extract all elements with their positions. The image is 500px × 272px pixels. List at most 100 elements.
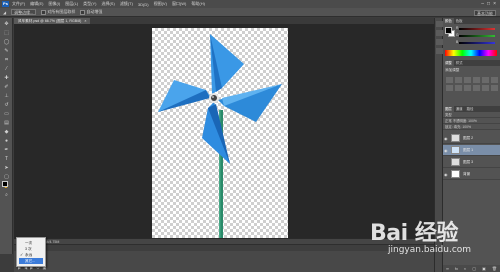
auto-enhance-option[interactable]: 自动增强 xyxy=(80,9,102,15)
refine-edge-button[interactable]: 调整边缘... xyxy=(11,9,37,15)
menu-window[interactable]: 窗口(W) xyxy=(172,1,186,7)
color-panel: 颜色 色板 R G B xyxy=(443,18,500,58)
eyedropper-tool-icon[interactable]: ⁄ xyxy=(2,65,11,72)
green-slider[interactable] xyxy=(459,35,495,37)
layer-row-selected[interactable]: ◉ 图层 1 xyxy=(443,145,500,156)
blur-tool-icon[interactable]: ◆ xyxy=(2,128,11,135)
new-layer-icon[interactable]: ▣ xyxy=(482,266,486,271)
path-select-tool-icon[interactable]: ➤ xyxy=(2,164,11,171)
red-slider[interactable] xyxy=(459,28,495,30)
tab-channels[interactable]: 通道 xyxy=(454,106,465,112)
lock-fill-row[interactable]: 锁定: 填充: 100% xyxy=(443,124,500,130)
panel-foreground-swatch[interactable] xyxy=(445,27,452,34)
brightness-icon[interactable] xyxy=(446,77,453,83)
pen-tool-icon[interactable]: ✒ xyxy=(2,146,11,153)
foreground-color-swatch[interactable] xyxy=(2,181,8,187)
color-swatches[interactable] xyxy=(2,181,12,191)
canvas-workspace[interactable] xyxy=(14,24,434,238)
type-tool-icon[interactable]: T xyxy=(2,155,11,162)
gradient-tool-icon[interactable]: ▤ xyxy=(2,119,11,126)
history-brush-icon[interactable]: ↺ xyxy=(2,101,11,108)
adjustment-icons xyxy=(443,75,500,93)
visibility-eye-icon[interactable]: ◉ xyxy=(444,136,449,141)
document-canvas[interactable] xyxy=(152,28,288,238)
baidu-watermark: Bai 经验 jingyan.baidu.com xyxy=(370,215,490,263)
tab-color[interactable]: 颜色 xyxy=(443,18,454,24)
tab-adjustments[interactable]: 调整 xyxy=(443,60,454,66)
zoom-tool-icon[interactable]: ⌕ xyxy=(2,191,11,198)
channel-mixer-icon[interactable] xyxy=(473,85,480,91)
layer-name: 背景 xyxy=(463,171,471,176)
layer-row[interactable]: ◉ 背景 xyxy=(443,169,500,180)
sample-all-layers-checkbox[interactable] xyxy=(41,9,47,15)
menu-filter[interactable]: 滤镜(T) xyxy=(120,1,133,7)
tab-swatches[interactable]: 色板 xyxy=(454,18,465,24)
color-balance-icon[interactable] xyxy=(446,85,453,91)
layer-thumbnail xyxy=(451,146,460,154)
menu-layer[interactable]: 图层(L) xyxy=(65,1,78,7)
vibrance-icon[interactable] xyxy=(482,77,489,83)
brush-tool-icon[interactable]: ✐ xyxy=(2,83,11,90)
new-group-icon[interactable]: ▢ xyxy=(472,266,476,271)
menu-image[interactable]: 图像(I) xyxy=(48,1,60,7)
black-white-icon[interactable] xyxy=(455,85,462,91)
move-tool-icon[interactable]: ✥ xyxy=(2,20,11,27)
adjustment-layer-icon[interactable]: ◐ xyxy=(464,266,466,271)
visibility-eye-icon[interactable]: ◉ xyxy=(444,172,449,177)
auto-enhance-checkbox[interactable] xyxy=(80,9,86,15)
menu-file[interactable]: 文件(F) xyxy=(12,1,25,7)
quick-select-tool-icon[interactable]: ✎ xyxy=(2,47,11,54)
info-panel-icon[interactable] xyxy=(436,39,443,45)
document-tab-label: 风车素材.psd @ 66.7% (图层 1, RGB/8) xyxy=(18,19,82,23)
layer-thumbnail xyxy=(451,134,460,142)
curves-icon[interactable] xyxy=(464,77,471,83)
tool-preset-icon[interactable]: ◢ xyxy=(3,10,6,15)
history-panel-icon[interactable] xyxy=(436,21,443,27)
layer-thumbnail xyxy=(451,170,460,178)
minimize-button[interactable]: – xyxy=(481,1,484,7)
hue-sat-icon[interactable] xyxy=(491,77,498,83)
sample-all-layers-option[interactable]: 对所有图层取样 xyxy=(41,9,75,15)
maximize-button[interactable]: □ xyxy=(487,1,490,7)
healing-tool-icon[interactable]: ✚ xyxy=(2,74,11,81)
menu-3d[interactable]: 3D(D) xyxy=(138,2,149,7)
lasso-tool-icon[interactable]: ◯ xyxy=(2,38,11,45)
menu-help[interactable]: 帮助(H) xyxy=(191,1,205,7)
layer-style-icon[interactable]: fx xyxy=(455,266,458,271)
slider-b-label: B xyxy=(456,40,459,44)
layer-row[interactable]: ◉ 图层 2 xyxy=(443,133,500,144)
close-window-button[interactable]: × xyxy=(493,1,496,7)
color-spectrum-bar[interactable] xyxy=(445,50,497,56)
close-tab-icon[interactable]: × xyxy=(84,19,86,23)
blue-slider[interactable] xyxy=(459,42,495,44)
character-panel-icon[interactable] xyxy=(436,48,443,54)
loop-other-option[interactable]: 其它... xyxy=(19,258,43,264)
tab-paths[interactable]: 路径 xyxy=(465,106,476,112)
workspace-select[interactable]: 基本功能 xyxy=(474,10,496,16)
menu-view[interactable]: 视图(V) xyxy=(154,1,167,7)
layer-row[interactable]: 图层 3 xyxy=(443,157,500,168)
marquee-tool-icon[interactable]: ⬚ xyxy=(2,29,11,36)
link-layers-icon[interactable]: ∞ xyxy=(446,266,449,271)
menu-type[interactable]: 类型(Y) xyxy=(83,1,96,7)
properties-panel-icon[interactable] xyxy=(436,30,443,36)
options-bar: ◢ 调整边缘... 对所有图层取样 自动增强 基本功能 xyxy=(0,8,500,17)
photo-filter-icon[interactable] xyxy=(464,85,471,91)
invert-icon[interactable] xyxy=(491,85,498,91)
menu-edit[interactable]: 编辑(E) xyxy=(30,1,43,7)
levels-icon[interactable] xyxy=(455,77,462,83)
menu-select[interactable]: 选择(S) xyxy=(101,1,114,7)
shape-tool-icon[interactable]: ▢ xyxy=(2,173,11,180)
color-lookup-icon[interactable] xyxy=(482,85,489,91)
stamp-tool-icon[interactable]: ⊥ xyxy=(2,92,11,99)
eraser-tool-icon[interactable]: ▭ xyxy=(2,110,11,117)
tab-styles[interactable]: 样式 xyxy=(454,60,465,66)
visibility-eye-icon[interactable]: ◉ xyxy=(444,148,449,153)
dodge-tool-icon[interactable]: ● xyxy=(2,137,11,144)
crop-tool-icon[interactable]: ⌗ xyxy=(2,56,11,63)
adjustments-panel: 调整 样式 添加调整 xyxy=(443,60,500,104)
layer-name: 图层 2 xyxy=(463,135,474,140)
window-controls: – □ × xyxy=(481,1,496,7)
delete-layer-icon[interactable]: 🗑 xyxy=(492,266,497,271)
exposure-icon[interactable] xyxy=(473,77,480,83)
